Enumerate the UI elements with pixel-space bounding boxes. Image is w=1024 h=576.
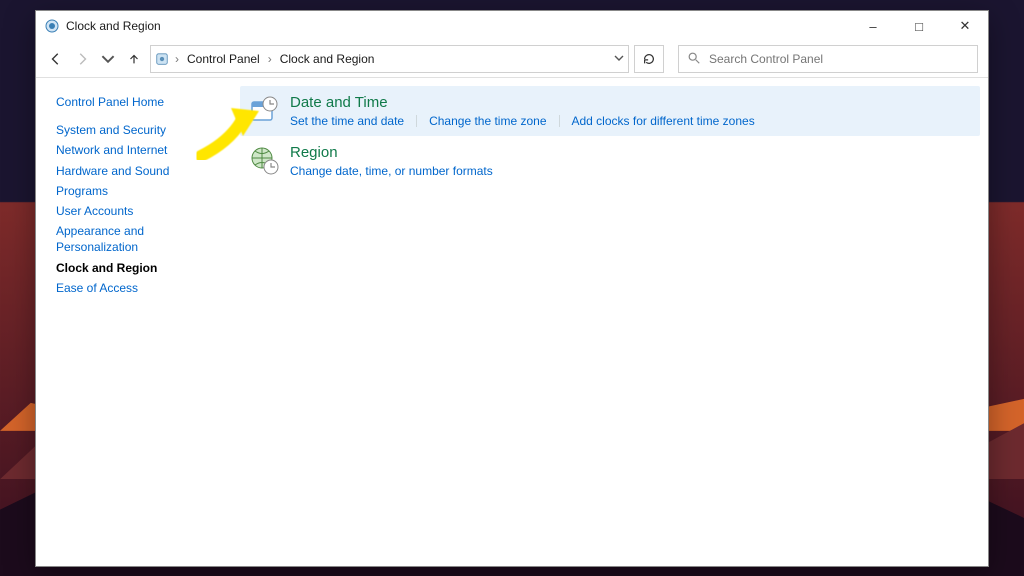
- up-button[interactable]: [124, 49, 144, 69]
- category: Date and Time Set the time and date Change…: [240, 86, 980, 136]
- globe-clock-icon: [248, 144, 280, 176]
- category-sublink[interactable]: Change the time zone: [429, 114, 546, 128]
- sidebar-item[interactable]: User Accounts: [56, 203, 216, 219]
- sidebar-item[interactable]: System and Security: [56, 122, 216, 138]
- search-box[interactable]: [678, 45, 978, 73]
- refresh-button[interactable]: [634, 45, 664, 73]
- sidebar-item[interactable]: Hardware and Sound: [56, 163, 216, 179]
- minimize-button[interactable]: –: [850, 11, 896, 41]
- chevron-right-icon[interactable]: ›: [173, 52, 181, 66]
- category: Region Change date, time, or number forma…: [240, 136, 980, 186]
- recent-locations-button[interactable]: [98, 49, 118, 69]
- control-panel-window: Clock and Region – □ ✕ › Control Panel ›: [35, 10, 989, 567]
- search-icon: [687, 51, 701, 68]
- sidebar-item[interactable]: Clock and Region: [56, 260, 216, 276]
- address-bar[interactable]: › Control Panel › Clock and Region: [150, 45, 629, 73]
- category-title[interactable]: Date and Time: [290, 94, 755, 111]
- back-button[interactable]: [46, 49, 66, 69]
- category-sublink[interactable]: Add clocks for different time zones: [572, 114, 755, 128]
- toolbar: › Control Panel › Clock and Region: [36, 41, 988, 78]
- category-sublink[interactable]: Set the time and date: [290, 114, 404, 128]
- breadcrumb-current[interactable]: Clock and Region: [278, 52, 377, 66]
- sidebar: Control Panel Home System and Security Ne…: [36, 78, 232, 566]
- address-dropdown-button[interactable]: [614, 52, 624, 66]
- chevron-right-icon[interactable]: ›: [266, 52, 274, 66]
- link-divider: [559, 115, 560, 127]
- forward-button[interactable]: [72, 49, 92, 69]
- category-title[interactable]: Region: [290, 144, 493, 161]
- titlebar: Clock and Region – □ ✕: [36, 11, 988, 41]
- category-sublink[interactable]: Change date, time, or number formats: [290, 164, 493, 178]
- sidebar-item[interactable]: Appearance and Personalization: [56, 223, 216, 255]
- close-button[interactable]: ✕: [942, 11, 988, 41]
- sidebar-home[interactable]: Control Panel Home: [56, 94, 216, 110]
- breadcrumb-root[interactable]: Control Panel: [185, 52, 262, 66]
- content-area: Date and Time Set the time and date Change…: [232, 78, 988, 566]
- sidebar-item[interactable]: Programs: [56, 183, 216, 199]
- link-divider: [416, 115, 417, 127]
- window-controls: – □ ✕: [850, 11, 988, 41]
- search-input[interactable]: [707, 51, 969, 67]
- maximize-button[interactable]: □: [896, 11, 942, 41]
- app-icon: [44, 18, 60, 34]
- sidebar-item[interactable]: Ease of Access: [56, 280, 216, 296]
- window-title: Clock and Region: [66, 19, 161, 33]
- control-panel-icon: [155, 52, 169, 66]
- sidebar-item[interactable]: Network and Internet: [56, 142, 216, 158]
- clock-calendar-icon: [248, 94, 280, 126]
